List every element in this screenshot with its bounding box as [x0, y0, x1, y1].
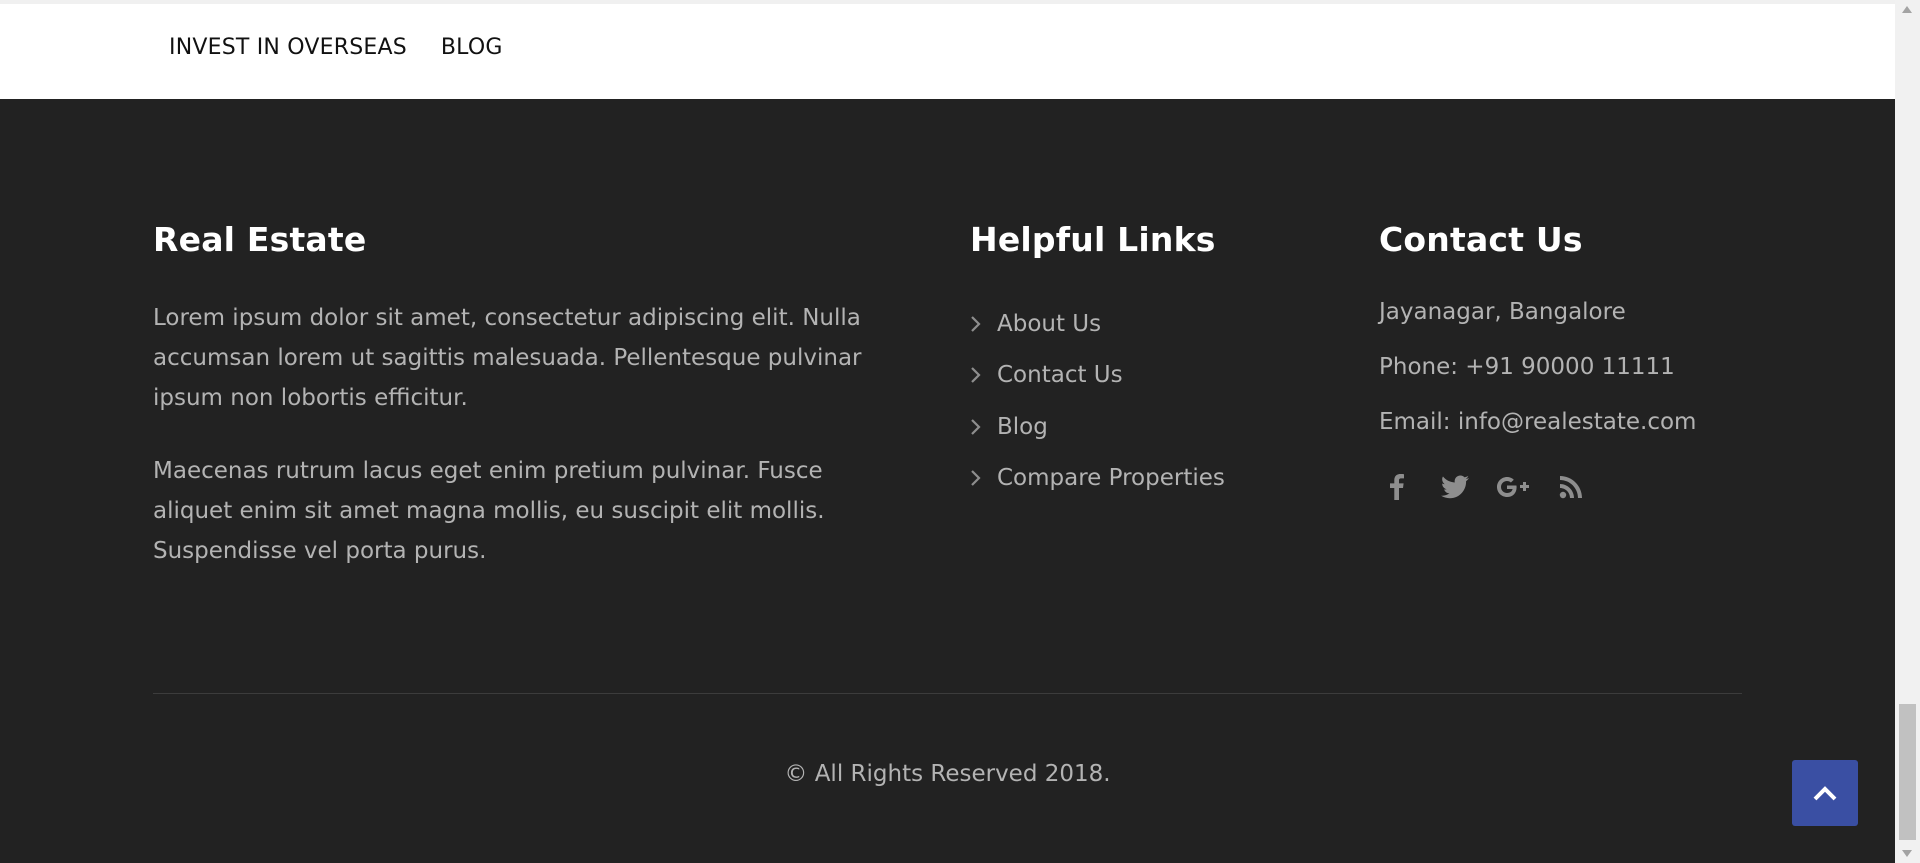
- social-links: [1379, 471, 1589, 503]
- google-plus-icon[interactable]: [1495, 471, 1531, 503]
- footer-about-paragraph: Lorem ipsum dolor sit amet, consectetur …: [153, 305, 862, 411]
- helpful-links-list: About Us Contact Us Blog Compare Propert…: [970, 298, 1225, 504]
- chevron-up-icon: [1813, 786, 1837, 801]
- nav-item-blog[interactable]: BLOG: [441, 35, 503, 60]
- rss-icon[interactable]: [1553, 471, 1589, 503]
- footer-link-compare-properties[interactable]: Compare Properties: [970, 453, 1225, 505]
- contact-phone: Phone: +91 90000 11111: [1379, 354, 1675, 380]
- top-navigation: INVEST IN OVERSEAS BLOG: [0, 0, 1895, 99]
- twitter-icon[interactable]: [1437, 471, 1473, 503]
- footer-about-title: Real Estate: [153, 220, 367, 259]
- footer-link-about-us[interactable]: About Us: [970, 298, 1225, 350]
- footer-link-blog[interactable]: Blog: [970, 401, 1225, 453]
- footer-link-contact-us[interactable]: Contact Us: [970, 350, 1225, 402]
- chevron-right-icon: [970, 315, 997, 333]
- contact-email: Email: info@realestate.com: [1379, 409, 1697, 435]
- chevron-right-icon: [970, 469, 997, 487]
- main-nav: INVEST IN OVERSEAS BLOG: [169, 35, 503, 60]
- facebook-icon[interactable]: [1379, 471, 1415, 503]
- copyright-text: © All Rights Reserved 2018.: [784, 761, 1111, 787]
- footer-link-label[interactable]: About Us: [997, 311, 1101, 337]
- footer-link-label[interactable]: Compare Properties: [997, 465, 1225, 491]
- page-scrollbar[interactable]: [1895, 0, 1920, 863]
- nav-item-invest-overseas[interactable]: INVEST IN OVERSEAS: [169, 35, 407, 60]
- site-footer: Real Estate Lorem ipsum dolor sit amet, …: [0, 99, 1895, 863]
- page: INVEST IN OVERSEAS BLOG Real Estate Lore…: [0, 0, 1920, 863]
- chevron-right-icon: [970, 418, 997, 436]
- scroll-up-arrow-icon[interactable]: [1902, 6, 1912, 13]
- chevron-right-icon: [970, 366, 997, 384]
- footer-link-label[interactable]: Blog: [997, 414, 1048, 440]
- back-to-top-button[interactable]: [1792, 760, 1858, 826]
- scroll-down-arrow-icon[interactable]: [1902, 850, 1912, 857]
- footer-link-label[interactable]: Contact Us: [997, 362, 1123, 388]
- footer-about-paragraph: Maecenas rutrum lacus eget enim pretium …: [153, 458, 825, 564]
- footer-links-title: Helpful Links: [970, 220, 1216, 259]
- footer-contact-title: Contact Us: [1379, 220, 1583, 259]
- contact-address: Jayanagar, Bangalore: [1379, 299, 1626, 325]
- footer-divider: [153, 693, 1742, 694]
- scrollbar-thumb[interactable]: [1899, 704, 1916, 840]
